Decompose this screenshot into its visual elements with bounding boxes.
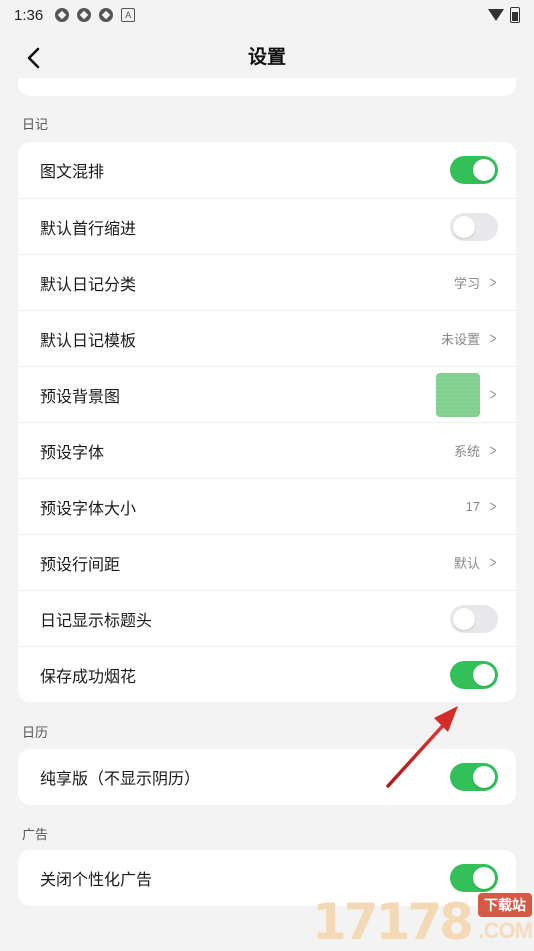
chevron-right-icon: > xyxy=(489,497,497,516)
setting-label: 日记显示标题头 xyxy=(40,612,153,630)
setting-label: 预设字体 xyxy=(40,444,105,462)
setting-row-background-image[interactable]: 预设背景图 > xyxy=(18,366,516,422)
setting-row-image-text-layout[interactable]: 图文混排 xyxy=(18,142,516,198)
first-line-indent-toggle[interactable] xyxy=(450,212,498,241)
show-title-header-toggle[interactable] xyxy=(450,604,498,633)
setting-row-save-fireworks[interactable]: 保存成功烟花 xyxy=(18,646,516,702)
setting-label: 预设背景图 xyxy=(40,388,121,406)
battery-icon xyxy=(510,7,520,23)
chevron-right-icon: > xyxy=(489,273,497,292)
setting-label: 关闭个性化广告 xyxy=(40,872,153,889)
background-image-thumbnail xyxy=(436,372,481,417)
notification-icons: A xyxy=(55,8,136,22)
setting-row-font-size[interactable]: 预设字体大小 17 > xyxy=(18,478,516,534)
chevron-left-icon xyxy=(27,47,40,69)
setting-label: 预设字体大小 xyxy=(40,500,137,518)
chevron-right-icon: > xyxy=(489,441,497,460)
setting-value: 未设置 xyxy=(441,332,481,347)
setting-label: 图文混排 xyxy=(40,164,105,181)
app-notification-icon xyxy=(99,8,114,22)
watermark-tag: 下载站 xyxy=(478,893,532,917)
watermark-domain: .COM xyxy=(478,918,533,943)
setting-row-default-category[interactable]: 默认日记分类 学习 > xyxy=(18,254,516,310)
chevron-right-icon: > xyxy=(489,385,497,404)
setting-label: 保存成功烟花 xyxy=(40,668,137,686)
app-notification-icon xyxy=(55,8,70,22)
setting-label: 预设行间距 xyxy=(40,556,121,574)
chevron-right-icon: > xyxy=(489,553,497,572)
diary-settings-card: 图文混排 默认首行缩进 默认日记分类 学习 > 默认日记模板 未设置 > 预设背… xyxy=(18,142,516,702)
back-button[interactable] xyxy=(18,42,50,74)
app-notification-icon xyxy=(77,8,92,22)
previous-card-edge xyxy=(18,78,516,96)
setting-value: 17 xyxy=(465,499,481,514)
setting-row-line-spacing[interactable]: 预设行间距 默认 > xyxy=(18,534,516,590)
setting-row-font[interactable]: 预设字体 系统 > xyxy=(18,422,516,478)
wifi-icon xyxy=(488,9,504,21)
setting-row-pure-mode[interactable]: 纯享版（不显示阴历） xyxy=(18,749,516,805)
setting-label: 默认首行缩进 xyxy=(40,220,137,238)
setting-row-default-template[interactable]: 默认日记模板 未设置 > xyxy=(18,310,516,366)
setting-row-show-title-header[interactable]: 日记显示标题头 xyxy=(18,590,516,646)
section-label-ads: 广告 xyxy=(22,827,49,842)
section-label-calendar: 日历 xyxy=(22,725,49,740)
setting-row-first-line-indent[interactable]: 默认首行缩进 xyxy=(18,198,516,254)
pure-mode-toggle[interactable] xyxy=(450,763,498,791)
status-bar: 1:36 A xyxy=(0,0,534,30)
a-notification-icon: A xyxy=(121,8,136,22)
site-watermark: 17178 下载站 .COM xyxy=(312,888,534,950)
save-fireworks-toggle[interactable] xyxy=(450,660,498,689)
status-time: 1:36 xyxy=(14,6,44,24)
watermark-digits: 17178 xyxy=(312,893,474,951)
setting-label: 默认日记模板 xyxy=(40,332,137,350)
setting-value: 学习 xyxy=(454,276,481,291)
setting-label: 默认日记分类 xyxy=(40,276,137,294)
setting-value: 系统 xyxy=(454,444,481,459)
section-label-diary: 日记 xyxy=(22,117,49,132)
setting-label: 纯享版（不显示阴历） xyxy=(40,771,201,788)
image-text-layout-toggle[interactable] xyxy=(450,156,498,184)
chevron-right-icon: > xyxy=(489,329,497,348)
calendar-settings-card: 纯享版（不显示阴历） xyxy=(18,749,516,805)
setting-value: 默认 xyxy=(454,556,481,571)
